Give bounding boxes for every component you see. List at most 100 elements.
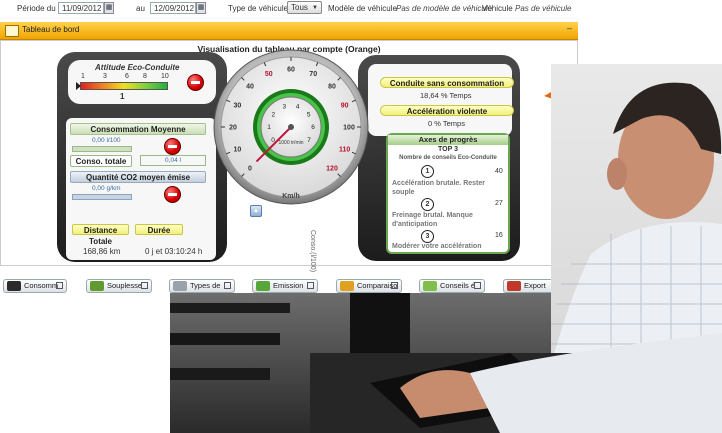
- emission-icon: [256, 281, 270, 291]
- popout-icon[interactable]: [141, 282, 148, 289]
- rpm-tick-label: 6: [311, 124, 315, 131]
- period-from-label: Période du: [17, 4, 56, 13]
- popout-icon[interactable]: [307, 282, 314, 289]
- vehicle-value: Pas de véhicule: [515, 4, 572, 13]
- co2-title: Quantité CO2 moyen émise: [70, 171, 206, 183]
- duration-value: 0 j et 03:10:24 h: [145, 247, 203, 256]
- rank-badge: 1: [421, 165, 434, 178]
- rpm-label: 1000 tr/min: [278, 140, 303, 146]
- violent-acceleration-label: Accélération violente: [380, 105, 514, 116]
- popout-icon[interactable]: [56, 282, 63, 289]
- panel-title: Tableau de bord: [22, 25, 80, 34]
- vehicle-type-label: Type de véhicule: [228, 4, 289, 13]
- speed-tick-label: 60: [287, 67, 295, 74]
- vehicle-model-value: Pas de modèle de véhicule: [396, 4, 493, 13]
- forbidden-icon: [187, 74, 204, 91]
- vehicle-type-value: Tous: [291, 3, 308, 12]
- to-label: au: [136, 4, 145, 13]
- speed-tick-label: 110: [339, 147, 350, 154]
- tab-consommation[interactable]: Consomm: [3, 279, 67, 293]
- tab-label: Consomm: [24, 281, 59, 290]
- forbidden-icon: [164, 186, 181, 203]
- popout-icon[interactable]: [224, 282, 231, 289]
- speed-tick-label: 80: [328, 84, 336, 91]
- attitude-tick: 1: [81, 73, 85, 80]
- date-to-input[interactable]: 12/09/2012: [150, 2, 196, 14]
- co2-value: 0,00 g/km: [92, 185, 121, 192]
- consumption-per100: 0,00 l/100: [92, 137, 121, 144]
- vehicle-model-label: Modèle de véhicule: [328, 4, 397, 13]
- tab-types[interactable]: Types de: [169, 279, 235, 293]
- rpm-tick-label: 7: [307, 137, 311, 144]
- speed-tick-label: 70: [309, 71, 317, 78]
- progress-caption: Nombre de conseils Eco-Conduite: [399, 155, 497, 161]
- attitude-pointer-icon: [76, 82, 81, 90]
- rank-badge: 2: [421, 198, 434, 211]
- speed-unit: Km/h: [282, 193, 300, 200]
- attitude-scale: 1 3 6 8 10: [81, 73, 173, 81]
- forbidden-icon: [164, 138, 181, 155]
- advice-text: Freinage brutal. Manque: [392, 212, 473, 219]
- rpm-tick-label: 1: [267, 124, 271, 131]
- rank-badge: 3: [421, 230, 434, 243]
- co2-bar: [72, 194, 132, 200]
- fuel-icon: [7, 281, 21, 291]
- speed-tick-label: 10: [234, 147, 242, 154]
- speed-tick-label: 20: [229, 125, 237, 132]
- advice-text: Accélération brutale. Rester: [392, 180, 485, 187]
- attitude-value: 1: [120, 92, 125, 101]
- clock-icon: [173, 281, 187, 291]
- speed-tick-label: 50: [265, 71, 273, 78]
- no-consumption-value: 18,64 % Temps: [420, 91, 472, 100]
- minimize-icon[interactable]: –: [567, 23, 572, 33]
- tab-label: Types de: [190, 281, 221, 290]
- tab-label: Conseils é: [440, 281, 476, 290]
- advice-count: 27: [495, 200, 503, 207]
- consumption-bar: [72, 146, 132, 152]
- advice-icon: [423, 281, 437, 291]
- consumption-title: Consommation Moyenne: [70, 123, 206, 135]
- tab-label: Emission: [273, 281, 304, 290]
- advice-text: d'anticipation: [392, 221, 438, 228]
- attitude-tick: 10: [161, 73, 169, 80]
- distance-label: Distance Totale: [72, 224, 129, 246]
- duration-label: Durée: [135, 224, 183, 235]
- tab-comparaison[interactable]: Comparaiso: [336, 279, 402, 293]
- popout-icon[interactable]: [474, 282, 481, 289]
- popout-icon[interactable]: [391, 282, 398, 289]
- no-consumption-label: Conduite sans consommation: [380, 77, 514, 88]
- tab-souplesse[interactable]: Souplesse: [86, 279, 152, 293]
- total-consumption-value: 0,04 l: [140, 155, 206, 166]
- vehicle-type-select[interactable]: Tous ▼: [287, 1, 322, 14]
- panel-title-bar: Tableau de bord –: [0, 22, 578, 40]
- compare-icon: [340, 281, 354, 291]
- progress-subtitle: TOP 3: [438, 146, 458, 153]
- dashboard-icon: [5, 25, 19, 37]
- gauge-expand-button[interactable]: ▲: [250, 205, 262, 217]
- tab-emission[interactable]: Emission: [252, 279, 318, 293]
- tab-label: Souplesse: [107, 281, 143, 290]
- rpm-tick-label: 5: [307, 111, 311, 118]
- desk-scene: [170, 293, 722, 433]
- date-from-input[interactable]: 11/09/2012: [58, 2, 104, 14]
- rpm-tick-label: 3: [282, 104, 286, 111]
- speed-tick-label: 40: [246, 84, 254, 91]
- speed-tick-label: 30: [234, 102, 242, 109]
- progress-title: Axes de progrès: [388, 135, 508, 145]
- attitude-title: Attitude Eco-Conduite: [95, 63, 180, 72]
- calendar-icon[interactable]: ▦: [196, 2, 206, 14]
- vehicle-label: Véhicule: [482, 4, 513, 13]
- advice-text: souple: [392, 189, 415, 196]
- rpm-tick-label: 4: [296, 104, 300, 111]
- tab-label: Export: [524, 281, 546, 290]
- speedometer: 0102030405060708090100110120 0123 4567 10…: [213, 49, 369, 205]
- advice-count: 40: [495, 168, 503, 175]
- tab-conseils[interactable]: Conseils é: [419, 279, 485, 293]
- speed-tick-label: 90: [341, 102, 349, 109]
- violent-acceleration-value: 0 % Temps: [428, 119, 465, 128]
- attitude-gradient-bar: [80, 82, 168, 90]
- chevron-down-icon: ▼: [312, 5, 318, 11]
- distance-value: 168,86 km: [83, 247, 121, 256]
- export-icon: [507, 281, 521, 291]
- calendar-icon[interactable]: ▦: [104, 2, 114, 14]
